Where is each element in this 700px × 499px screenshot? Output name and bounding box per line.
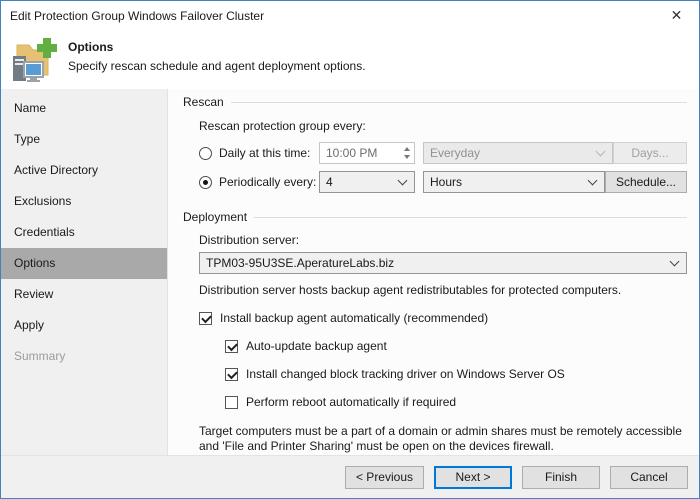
daily-time-value: 10:00 PM <box>326 146 378 160</box>
nav-item-credentials[interactable]: Credentials <box>1 217 167 248</box>
cbt-driver-label: Install changed block tracking driver on… <box>246 367 565 381</box>
cbt-driver-checkbox-row[interactable]: Install changed block tracking driver on… <box>225 367 687 381</box>
nav-item-review[interactable]: Review <box>1 279 167 310</box>
nav-item-type[interactable]: Type <box>1 124 167 155</box>
nav-item-summary: Summary <box>14 349 66 363</box>
rescan-group-header: Rescan <box>183 95 687 109</box>
deployment-group-rule <box>254 216 687 218</box>
rescan-group-rule <box>230 101 687 103</box>
distribution-server-value: TPM03-95U3SE.AperatureLabs.biz <box>206 256 395 270</box>
days-button: Days... <box>613 142 687 164</box>
chevron-down-icon <box>587 175 598 185</box>
options-page: Rescan Rescan protection group every: Da… <box>168 89 699 455</box>
auto-update-checkbox[interactable] <box>225 339 238 353</box>
daily-radio-option[interactable]: Daily at this time: <box>199 146 319 160</box>
close-icon[interactable]: ✕ <box>654 1 699 30</box>
unit-value: Hours <box>430 175 463 189</box>
daily-days-select: Everyday <box>423 142 613 164</box>
periodic-radio-label: Periodically every: <box>219 175 317 189</box>
distribution-server-select[interactable]: TPM03-95U3SE.AperatureLabs.biz <box>199 252 687 274</box>
chevron-down-icon <box>397 175 408 185</box>
time-spinner <box>399 143 414 163</box>
previous-button[interactable]: < Previous <box>344 465 424 489</box>
cancel-button[interactable]: Cancel <box>610 465 688 489</box>
deployment-footnote: Target computers must be a part of a dom… <box>199 424 682 453</box>
install-agent-checkbox[interactable] <box>199 311 212 325</box>
title-bar: Edit Protection Group Windows Failover C… <box>1 1 699 30</box>
chevron-down-icon <box>595 146 606 156</box>
periodic-radio-icon[interactable] <box>199 175 212 189</box>
daily-radio-label: Daily at this time: <box>219 146 311 160</box>
reboot-checkbox[interactable] <box>225 395 238 409</box>
distribution-server-label: Distribution server: <box>199 233 300 247</box>
chevron-down-icon <box>669 256 680 266</box>
protection-group-icon <box>10 35 58 83</box>
reboot-checkbox-row[interactable]: Perform reboot automatically if required <box>225 395 687 409</box>
deployment-group-label: Deployment <box>183 210 248 224</box>
install-agent-checkbox-row[interactable]: Install backup agent automatically (reco… <box>199 311 687 325</box>
page-title: Options <box>68 40 114 54</box>
auto-update-label: Auto-update backup agent <box>246 339 387 353</box>
nav-item-name[interactable]: Name <box>1 93 167 124</box>
reboot-label: Perform reboot automatically if required <box>246 395 457 409</box>
rescan-group-label: Rescan <box>183 95 224 109</box>
nav-item-options[interactable]: Options <box>1 248 167 279</box>
nav-item-apply[interactable]: Apply <box>1 310 167 341</box>
finish-button[interactable]: Finish <box>522 465 600 489</box>
nav-item-active-directory[interactable]: Active Directory <box>1 155 167 186</box>
install-agent-label: Install backup agent automatically (reco… <box>220 311 489 325</box>
periodic-radio-option[interactable]: Periodically every: <box>199 175 319 189</box>
dialog-window: Edit Protection Group Windows Failover C… <box>0 0 700 499</box>
wizard-banner: Options Specify rescan schedule and agen… <box>1 30 699 89</box>
rescan-heading: Rescan protection group every: <box>199 119 366 133</box>
wizard-nav: Name Type Active Directory Exclusions Cr… <box>1 89 168 455</box>
daily-radio-icon[interactable] <box>199 146 212 160</box>
auto-update-checkbox-row[interactable]: Auto-update backup agent <box>225 339 687 353</box>
daily-time-input: 10:00 PM <box>319 142 415 164</box>
window-title: Edit Protection Group Windows Failover C… <box>10 8 265 23</box>
wizard-footer: < Previous Next > Finish Cancel <box>1 455 699 498</box>
unit-select[interactable]: Hours <box>423 171 605 193</box>
next-button[interactable]: Next > <box>434 465 512 489</box>
interval-value: 4 <box>326 175 333 189</box>
schedule-button[interactable]: Schedule... <box>604 171 687 193</box>
daily-days-value: Everyday <box>430 146 481 160</box>
spinner-down-icon <box>403 155 410 159</box>
interval-select[interactable]: 4 <box>319 171 415 193</box>
spinner-up-icon <box>403 147 410 151</box>
deployment-group-header: Deployment <box>183 210 687 224</box>
nav-item-exclusions[interactable]: Exclusions <box>1 186 167 217</box>
distribution-server-note: Distribution server hosts backup agent r… <box>199 283 622 297</box>
cbt-driver-checkbox[interactable] <box>225 367 238 381</box>
page-subtitle: Specify rescan schedule and agent deploy… <box>68 59 366 73</box>
